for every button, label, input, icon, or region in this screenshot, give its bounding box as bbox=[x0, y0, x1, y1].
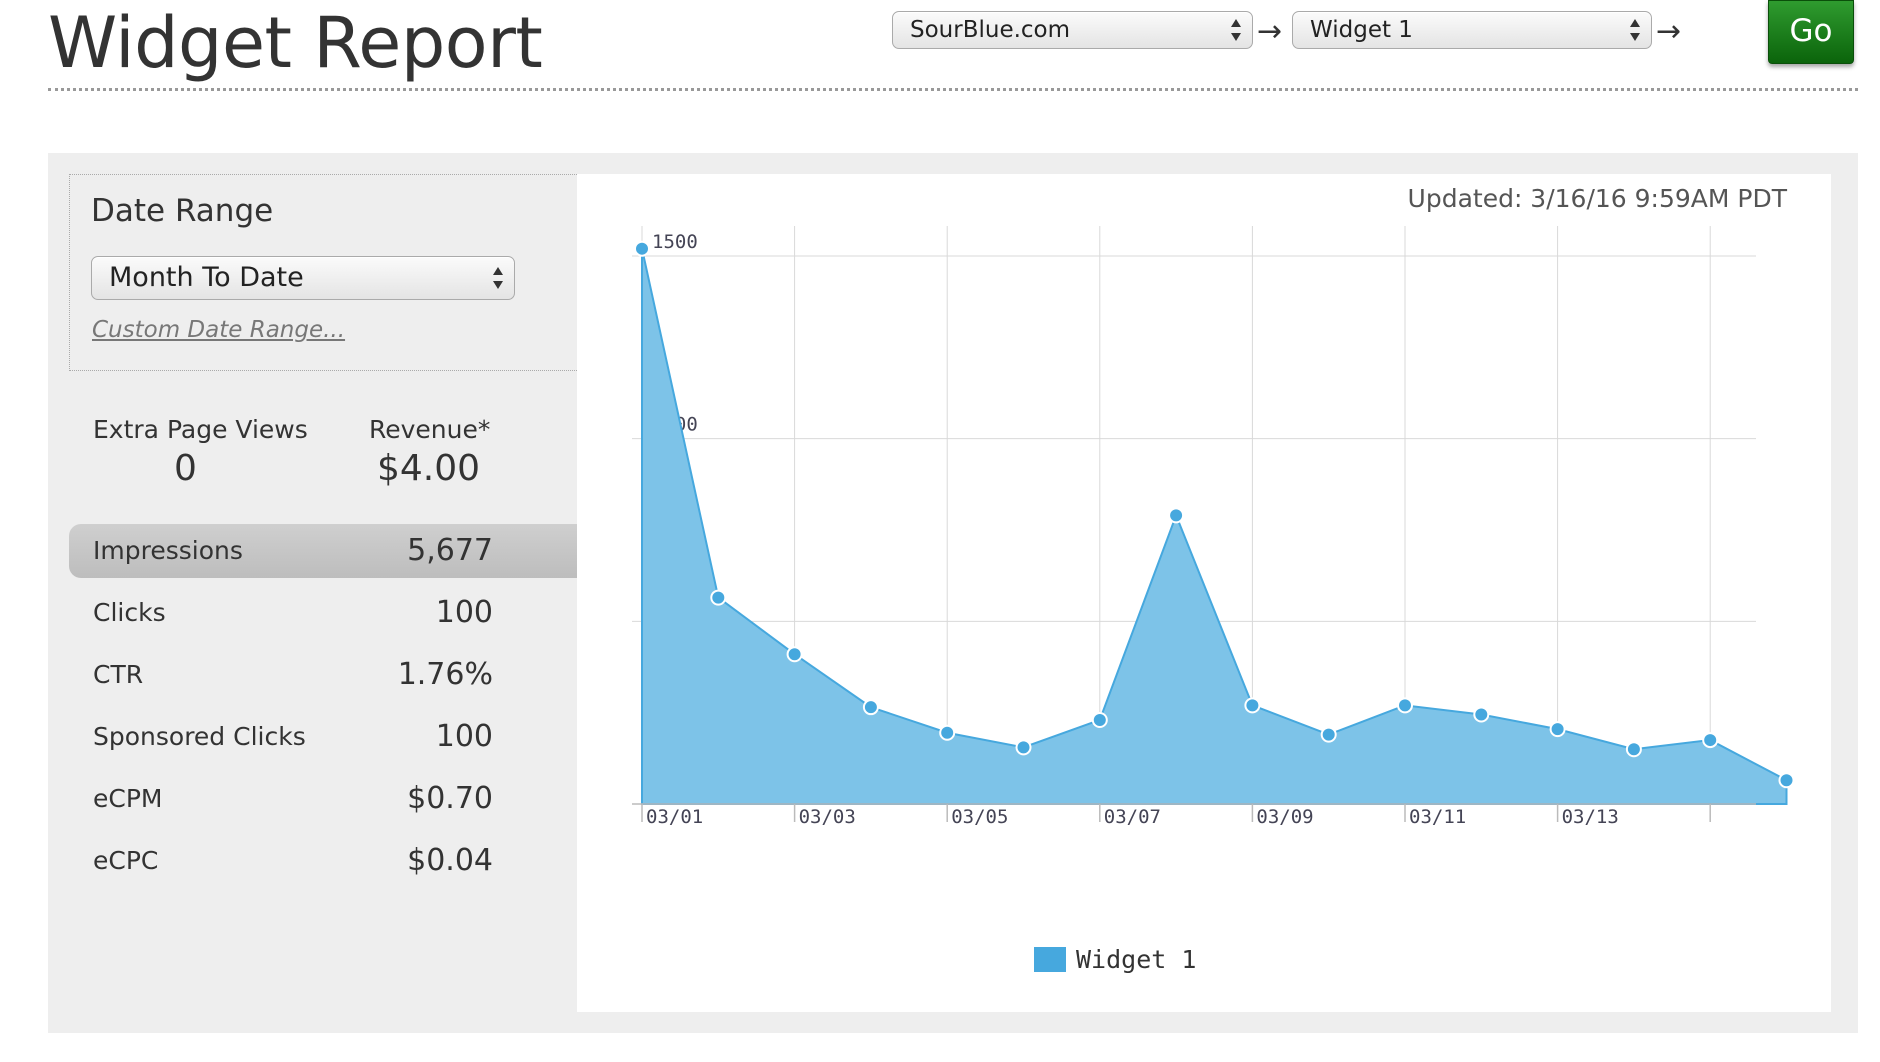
revenue-value: $4.00 bbox=[377, 448, 481, 489]
impressions-chart: 05001000150003/0103/0303/0503/0703/0903/… bbox=[632, 226, 1795, 828]
data-point bbox=[1778, 772, 1795, 789]
metric-row-ctr[interactable]: CTR 1.76% bbox=[69, 648, 577, 702]
arrow-separator: → bbox=[1257, 14, 1283, 49]
date-range-box: Date Range Month To Date Custom Date Ran… bbox=[69, 174, 577, 371]
metric-value: 100 bbox=[435, 595, 493, 630]
legend-label: Widget 1 bbox=[1076, 945, 1197, 974]
metric-label: eCPC bbox=[93, 846, 159, 875]
data-point bbox=[1015, 739, 1032, 756]
date-range-select-value: Month To Date bbox=[109, 262, 304, 293]
metric-label: eCPM bbox=[93, 784, 163, 813]
widget-select-value: Widget 1 bbox=[1310, 17, 1413, 43]
data-point bbox=[634, 240, 650, 257]
data-point bbox=[1091, 711, 1108, 728]
arrow-separator: → bbox=[1656, 14, 1682, 49]
metric-label: Sponsored Clicks bbox=[93, 722, 306, 751]
metric-value: $0.04 bbox=[407, 843, 493, 878]
data-point bbox=[862, 699, 879, 716]
metric-row-ecpm[interactable]: eCPM $0.70 bbox=[69, 772, 577, 826]
go-button[interactable]: Go bbox=[1768, 0, 1854, 64]
data-point bbox=[1702, 732, 1719, 749]
metric-row-ecpc[interactable]: eCPC $0.04 bbox=[69, 834, 577, 888]
extra-page-views-label: Extra Page Views bbox=[93, 415, 308, 444]
x-tick-label: 03/09 bbox=[1256, 806, 1313, 828]
title-divider bbox=[48, 88, 1858, 91]
x-tick-label: 03/01 bbox=[646, 806, 703, 828]
select-arrows-icon bbox=[1231, 19, 1241, 41]
metric-label: Impressions bbox=[93, 536, 243, 565]
metric-value: 100 bbox=[435, 719, 493, 754]
data-point bbox=[939, 724, 956, 741]
x-tick-label: 03/13 bbox=[1562, 806, 1619, 828]
metric-row-impressions[interactable]: Impressions 5,677 bbox=[69, 524, 577, 578]
x-tick-label: 03/07 bbox=[1104, 806, 1161, 828]
report-panel: Date Range Month To Date Custom Date Ran… bbox=[48, 153, 1858, 1033]
data-point bbox=[1397, 697, 1413, 714]
extra-page-views-value: 0 bbox=[174, 448, 197, 489]
data-point bbox=[1244, 697, 1261, 714]
page-title: Widget Report bbox=[48, 2, 543, 84]
series-area-widget-1 bbox=[641, 248, 1788, 805]
data-point bbox=[1320, 726, 1337, 743]
metric-value: 5,677 bbox=[407, 533, 493, 568]
metric-value: $0.70 bbox=[407, 781, 493, 816]
x-tick-label: 03/11 bbox=[1409, 806, 1466, 828]
data-point bbox=[1549, 721, 1566, 738]
widget-select[interactable]: Widget 1 bbox=[1292, 11, 1652, 49]
select-arrows-icon bbox=[1630, 19, 1640, 41]
metric-value: 1.76% bbox=[397, 657, 493, 692]
site-select-value: SourBlue.com bbox=[910, 17, 1071, 43]
metric-label: CTR bbox=[93, 660, 144, 689]
date-range-label: Date Range bbox=[91, 193, 274, 229]
custom-date-range-link[interactable]: Custom Date Range... bbox=[92, 317, 345, 343]
data-point bbox=[1625, 741, 1642, 758]
metric-row-clicks[interactable]: Clicks 100 bbox=[69, 586, 577, 640]
revenue-label: Revenue* bbox=[369, 415, 491, 444]
x-tick-label: 03/03 bbox=[799, 806, 856, 828]
y-tick-label: 1500 bbox=[652, 231, 698, 253]
chart-area: Updated: 3/16/16 9:59AM PDT 050010001500… bbox=[577, 174, 1831, 1012]
data-point bbox=[1168, 507, 1185, 524]
metric-label: Clicks bbox=[93, 598, 166, 627]
x-tick-label: 03/05 bbox=[951, 806, 1008, 828]
metric-row-sponsored-clicks[interactable]: Sponsored Clicks 100 bbox=[69, 710, 577, 764]
select-arrows-icon bbox=[493, 267, 503, 289]
site-select[interactable]: SourBlue.com bbox=[892, 11, 1253, 49]
date-range-select[interactable]: Month To Date bbox=[91, 256, 515, 300]
data-point bbox=[1473, 706, 1490, 723]
data-point bbox=[710, 589, 727, 606]
data-point bbox=[786, 646, 803, 663]
legend-swatch bbox=[1034, 947, 1066, 972]
